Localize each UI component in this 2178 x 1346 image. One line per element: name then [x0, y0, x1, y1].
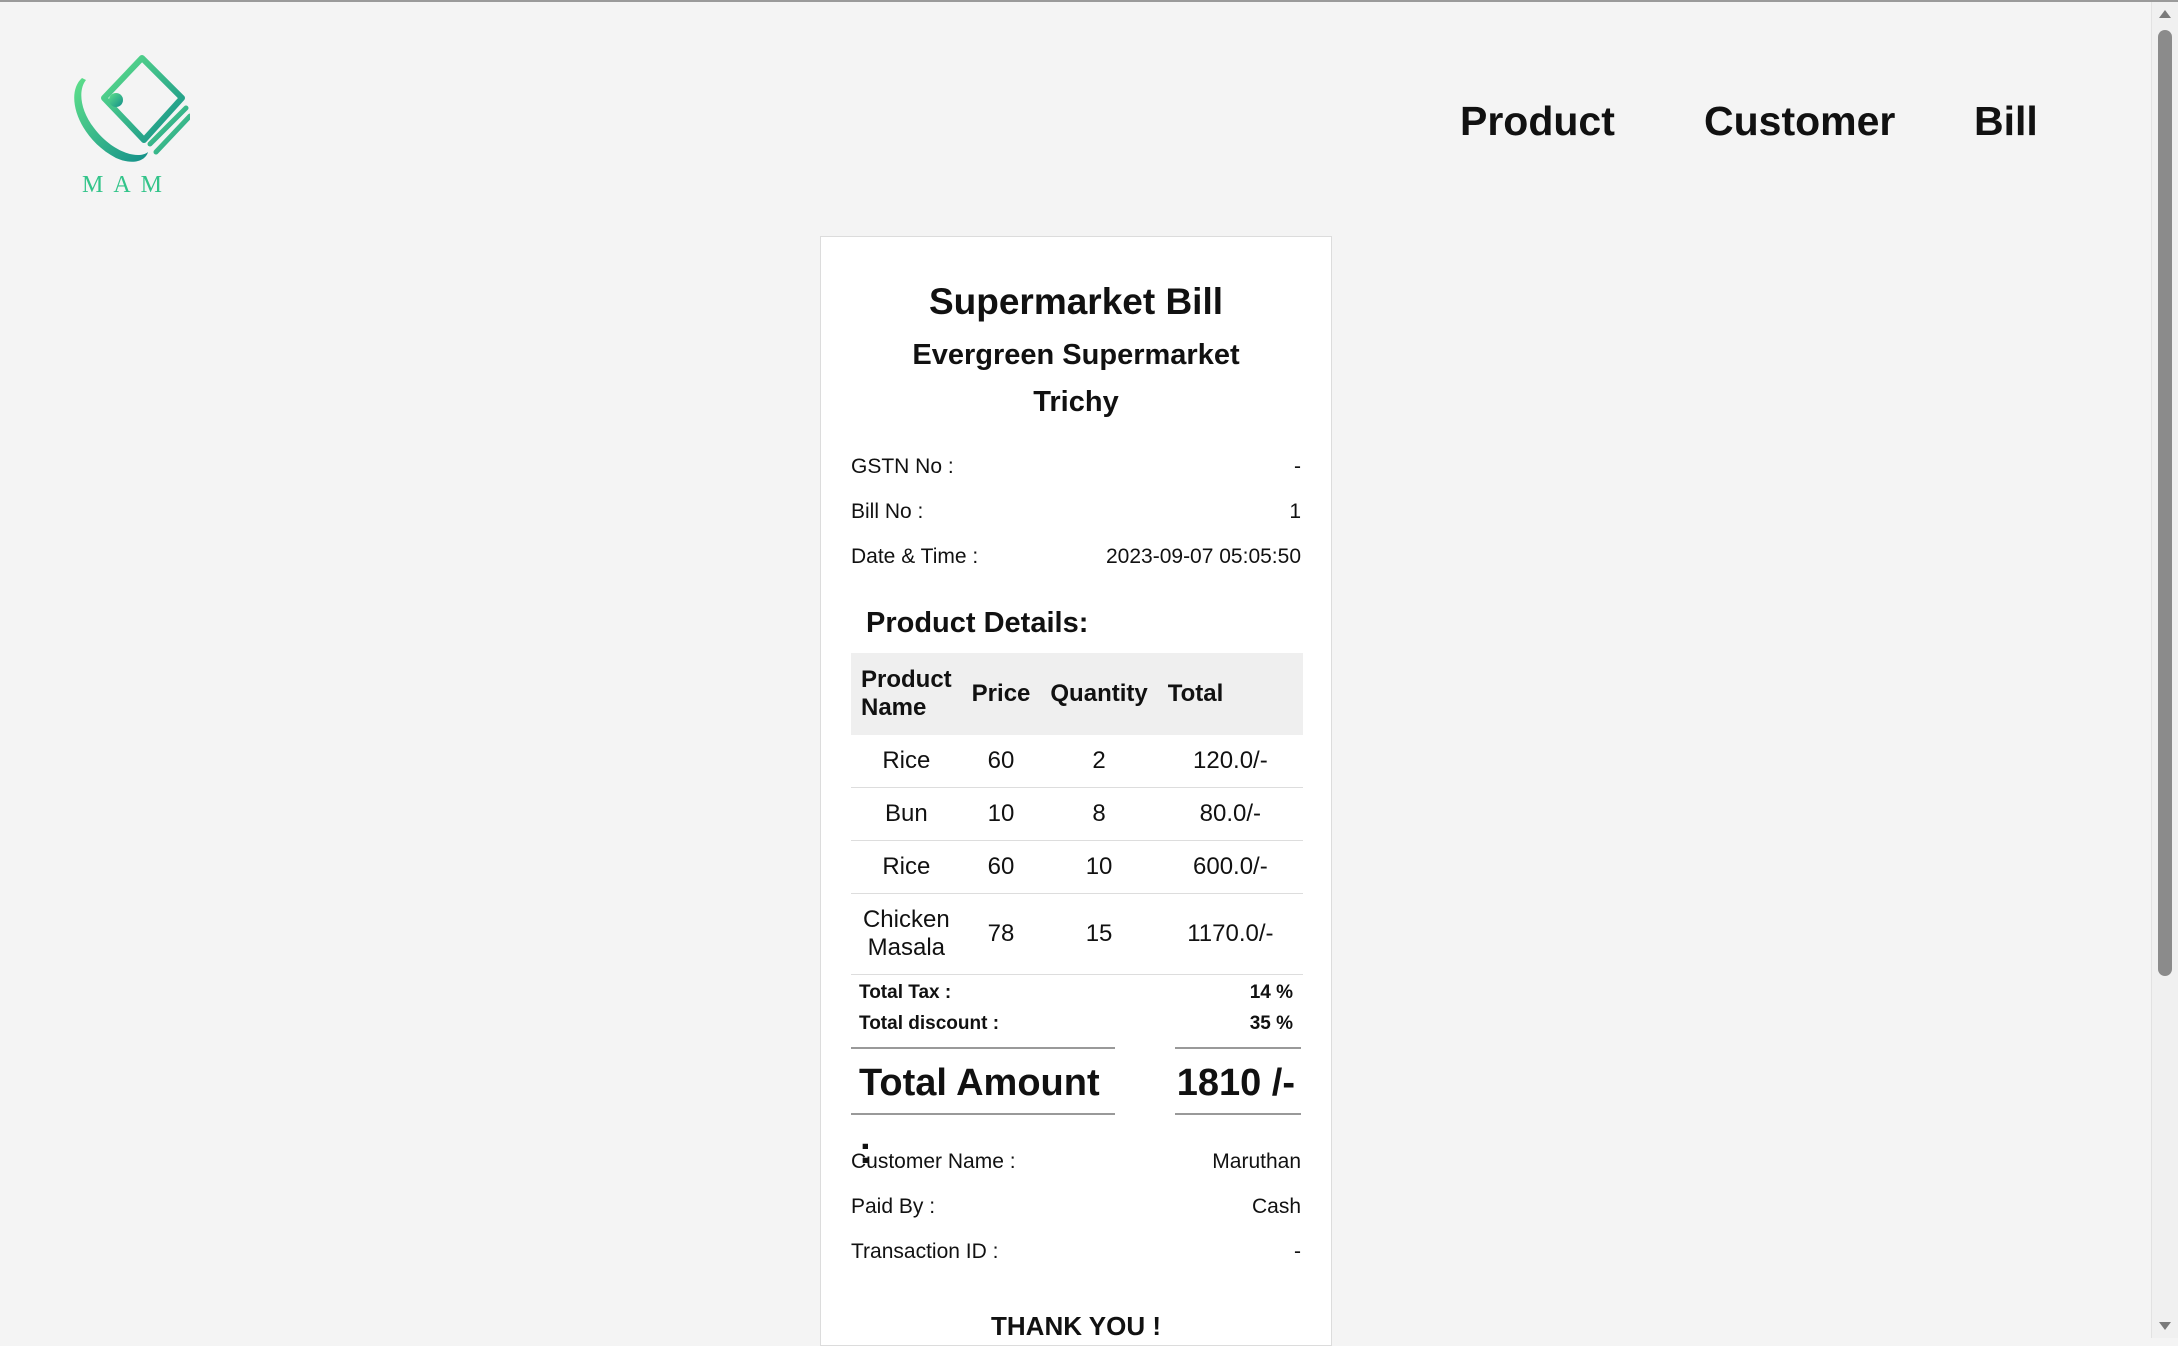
- cell-quantity: 10: [1040, 840, 1158, 894]
- total-discount-label: Total discount :: [859, 1013, 1000, 1034]
- store-city: Trichy: [1033, 386, 1119, 418]
- cell-total: 1170.0/-: [1157, 893, 1303, 975]
- cell-total: 80.0/-: [1157, 787, 1303, 841]
- cell-quantity: 15: [1040, 893, 1158, 975]
- transaction-value: -: [1294, 1240, 1301, 1263]
- scrollbar-thumb[interactable]: [2158, 30, 2172, 976]
- cell-price: 60: [961, 735, 1041, 788]
- total-amount-value: 1810 /-: [1175, 1047, 1301, 1115]
- bill-no-label: Bill No :: [851, 500, 924, 523]
- thank-you-text: THANK YOU !: [991, 1311, 1161, 1341]
- bill-no-row: Bill No : 1: [851, 500, 1301, 524]
- col-quantity: Quantity: [1050, 680, 1148, 707]
- nav-customer[interactable]: Customer: [1704, 98, 1895, 145]
- page-scrollbar[interactable]: [2151, 2, 2178, 1338]
- scroll-down-arrow-icon[interactable]: [2159, 1322, 2171, 1330]
- customer-name-row: Customer Name : Maruthan: [851, 1150, 1301, 1174]
- customer-name-label: Customer Name :: [851, 1150, 1016, 1173]
- table-row: Rice 60 10 600.0/-: [851, 840, 1303, 894]
- total-amount-label: Total Amount :: [851, 1047, 1115, 1172]
- total-tax-value: 14 %: [1249, 982, 1293, 1003]
- table-row: Chicken Masala 78 15 1170.0/-: [851, 893, 1303, 975]
- cell-name: Bun: [851, 787, 962, 841]
- total-discount-row: Total discount : 35 %: [859, 1013, 1293, 1035]
- col-price: Price: [971, 680, 1031, 707]
- total-discount-value: 35 %: [1249, 1013, 1293, 1034]
- scroll-up-arrow-icon[interactable]: [2159, 10, 2171, 18]
- cell-name: Rice: [851, 840, 962, 894]
- cell-name: Chicken Masala: [851, 893, 962, 975]
- transaction-label: Transaction ID :: [851, 1240, 999, 1263]
- col-total: Total: [1167, 680, 1224, 707]
- customer-name-value: Maruthan: [1212, 1150, 1301, 1173]
- cell-price: 10: [961, 787, 1041, 841]
- gstn-label: GSTN No :: [851, 455, 954, 478]
- bill-no-value: 1: [1289, 500, 1301, 523]
- datetime-row: Date & Time : 2023-09-07 05:05:50: [851, 545, 1301, 569]
- paid-by-row: Paid By : Cash: [851, 1195, 1301, 1219]
- product-details-heading: Product Details:: [866, 607, 1089, 639]
- logo-wordmark: MAM: [81, 172, 172, 198]
- cell-price: 60: [961, 840, 1041, 894]
- cell-quantity: 8: [1040, 787, 1158, 841]
- datetime-value: 2023-09-07 05:05:50: [1106, 545, 1301, 568]
- bill-title: Supermarket Bill: [928, 281, 1224, 322]
- table-header-row: Product Name Price Quantity Total: [851, 653, 1303, 735]
- total-tax-label: Total Tax :: [859, 982, 952, 1003]
- store-name: Evergreen Supermarket: [912, 339, 1240, 371]
- paid-by-value: Cash: [1251, 1195, 1301, 1218]
- total-amount-row: Total Amount : 1810 /-: [851, 1047, 1301, 1172]
- cell-quantity: 2: [1040, 735, 1158, 788]
- nav-bill[interactable]: Bill: [1974, 98, 2038, 145]
- nav-product[interactable]: Product: [1460, 98, 1615, 145]
- cell-total: 120.0/-: [1157, 735, 1303, 788]
- total-tax-row: Total Tax : 14 %: [859, 982, 1293, 1004]
- product-table: Product Name Price Quantity Total Rice 6…: [851, 653, 1303, 975]
- bill-receipt: Supermarket Bill Evergreen Supermarket T…: [820, 236, 1332, 1346]
- paid-by-label: Paid By :: [851, 1195, 936, 1218]
- cell-price: 78: [961, 893, 1041, 975]
- col-product-name: Product Name: [861, 666, 952, 721]
- transaction-row: Transaction ID : -: [851, 1240, 1301, 1264]
- cell-total: 600.0/-: [1157, 840, 1303, 894]
- cell-name: Rice: [851, 735, 962, 788]
- datetime-label: Date & Time :: [851, 545, 979, 568]
- brand-logo[interactable]: MAM: [64, 54, 190, 204]
- table-row: Rice 60 2 120.0/-: [851, 735, 1303, 788]
- table-row: Bun 10 8 80.0/-: [851, 787, 1303, 841]
- gstn-value: -: [1294, 455, 1301, 478]
- money-logo-icon: [74, 55, 190, 162]
- gstn-row: GSTN No : -: [851, 455, 1301, 479]
